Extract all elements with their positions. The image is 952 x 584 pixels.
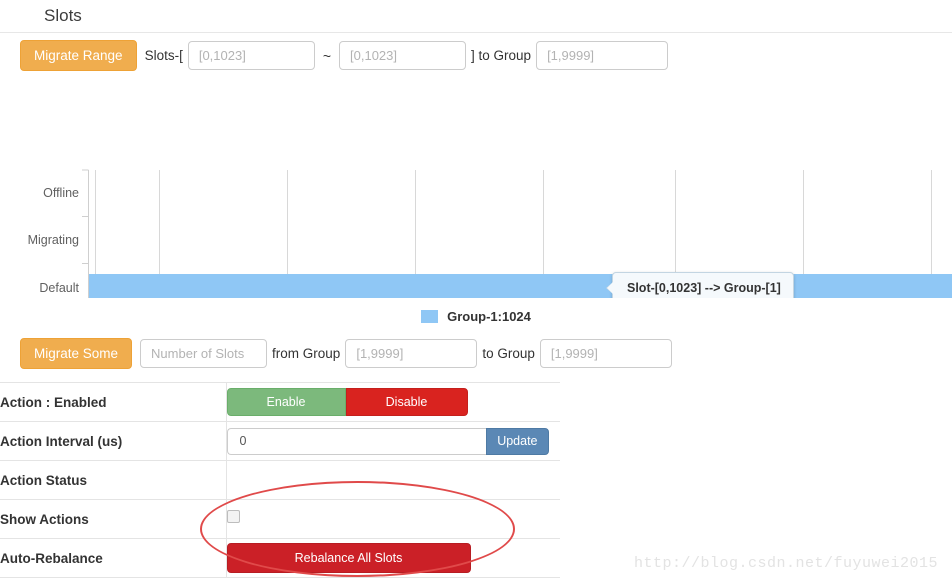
to-group-label: ] to Group bbox=[471, 48, 532, 63]
chart-y-axis bbox=[82, 169, 89, 298]
bar-group-1-default[interactable] bbox=[89, 274, 952, 298]
migrate-range-button[interactable]: Migrate Range bbox=[20, 40, 137, 71]
disable-button[interactable]: Disable bbox=[345, 388, 468, 416]
action-interval-group: Update bbox=[226, 427, 549, 455]
row-label-action-status: Action Status bbox=[0, 460, 227, 500]
target-group-input[interactable] bbox=[536, 41, 669, 70]
chart-tooltip-text: Slot-[0,1023] --> Group-[1] bbox=[627, 280, 781, 295]
migrate-some-button[interactable]: Migrate Some bbox=[20, 337, 133, 369]
slots-distribution-chart: Offline Migrating Default 0 64 bbox=[0, 78, 952, 298]
to-group-label-2: to Group bbox=[482, 345, 535, 361]
row-value-action-enabled: Enable Disable bbox=[226, 383, 560, 422]
table-row-action-status: Action Status bbox=[0, 460, 560, 500]
source-group-input[interactable] bbox=[345, 338, 478, 368]
table-row-action-enabled: Action : Enabled Enable Disable bbox=[0, 382, 560, 422]
table-row-auto-rebalance: Auto-Rebalance Rebalance All Slots bbox=[0, 538, 560, 578]
row-label-action-enabled: Action : Enabled bbox=[0, 382, 227, 422]
chart-tooltip: Slot-[0,1023] --> Group-[1] bbox=[606, 272, 794, 298]
action-toggle-group: Enable Disable bbox=[226, 388, 468, 416]
y-tick-offline: Offline bbox=[43, 186, 79, 200]
legend-swatch-group-1[interactable] bbox=[421, 309, 439, 323]
table-row-action-interval: Action Interval (us) Update bbox=[0, 421, 560, 461]
migrate-some-toolbar: Migrate Some from Group to Group bbox=[0, 330, 952, 376]
row-label-show-actions: Show Actions bbox=[0, 499, 227, 539]
slots-label: Slots-[ bbox=[144, 48, 183, 63]
watermark-text: http://blog.csdn.net/fuyuwei2015 bbox=[633, 555, 938, 572]
number-of-slots-input[interactable] bbox=[140, 338, 268, 368]
row-value-show-actions bbox=[226, 500, 560, 539]
enable-button[interactable]: Enable bbox=[226, 388, 346, 416]
migrate-range-toolbar: Migrate Range Slots-[ ~ ] to Group bbox=[0, 33, 952, 78]
page-header: Slots bbox=[0, 0, 952, 33]
action-interval-input[interactable] bbox=[226, 427, 487, 455]
chart-svg: Offline Migrating Default 0 64 bbox=[28, 169, 952, 298]
rebalance-all-slots-button[interactable]: Rebalance All Slots bbox=[226, 543, 471, 573]
chart-y-tick-labels: Offline Migrating Default bbox=[28, 186, 80, 295]
row-label-action-interval: Action Interval (us) bbox=[0, 421, 227, 461]
page-title: Slots bbox=[44, 6, 82, 25]
show-actions-checkbox[interactable] bbox=[226, 510, 240, 523]
settings-table: Action : Enabled Enable Disable Action I… bbox=[0, 382, 560, 578]
range-tilde-separator: ~ bbox=[322, 47, 332, 64]
row-label-auto-rebalance: Auto-Rebalance bbox=[0, 538, 227, 578]
legend-label-group-1[interactable]: Group-1:1024 bbox=[447, 309, 531, 324]
row-value-auto-rebalance: Rebalance All Slots bbox=[226, 539, 560, 578]
row-value-action-interval: Update bbox=[226, 422, 560, 461]
y-tick-migrating: Migrating bbox=[28, 233, 79, 247]
y-tick-default: Default bbox=[39, 281, 79, 295]
from-group-label: from Group bbox=[272, 345, 341, 361]
slot-range-start-input[interactable] bbox=[187, 41, 315, 70]
destination-group-input[interactable] bbox=[539, 338, 672, 368]
row-value-action-status bbox=[226, 461, 560, 500]
update-button[interactable]: Update bbox=[486, 427, 549, 455]
table-row-show-actions: Show Actions bbox=[0, 499, 560, 539]
chart-legend: Group-1:1024 bbox=[0, 304, 952, 328]
slot-range-end-input[interactable] bbox=[339, 41, 467, 70]
